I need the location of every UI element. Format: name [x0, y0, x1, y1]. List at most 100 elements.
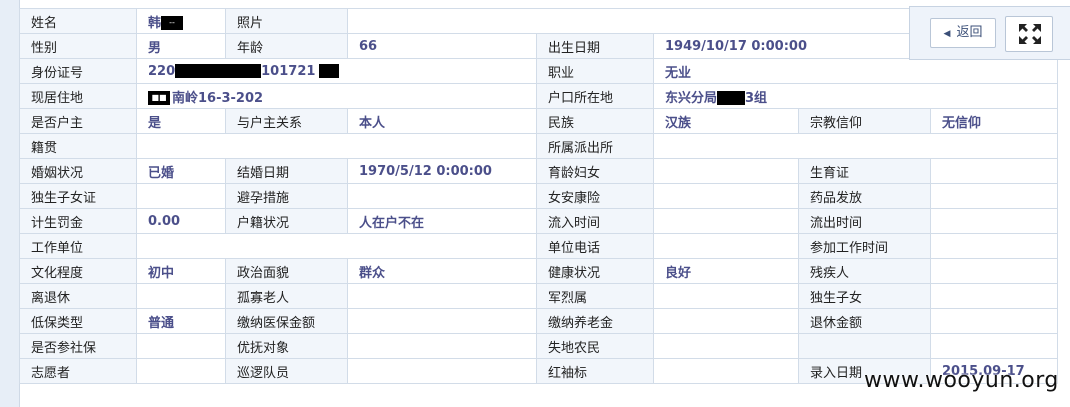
head-label: 是否户主 [19, 108, 137, 134]
pension-value [653, 308, 799, 334]
lonely-value [347, 283, 537, 309]
education-label: 文化程度 [19, 258, 137, 284]
table-row: 低保类型 普通 缴纳医保金额 缴纳养老金 退休金额 [19, 308, 1058, 334]
unit-phone-value [653, 233, 799, 259]
back-button[interactable]: ◀ 返回 [930, 18, 996, 48]
women-insurance-value [653, 183, 799, 209]
name-value: 韩 -- [136, 8, 226, 34]
empty-value [930, 333, 1058, 359]
medicine-label: 药品发放 [798, 183, 931, 209]
med-insurance-value [347, 308, 537, 334]
table-row: 现居住地 ■■ 南岭16-3-202 户口所在地 东兴分局 3组 [19, 83, 1058, 109]
age-value: 66 [347, 33, 537, 59]
empty-label [798, 333, 931, 359]
resident-info-page: 姓名 韩 -- 照片 性别 男 年龄 66 出生日期 1949/10/17 0:0… [0, 0, 1070, 407]
workunit-value [136, 233, 537, 259]
volunteer-label: 志愿者 [19, 358, 137, 384]
address-label: 现居住地 [19, 83, 137, 109]
retire-pay-value [930, 308, 1058, 334]
relation-value: 本人 [347, 108, 537, 134]
work-time-value [930, 233, 1058, 259]
redaction-block [717, 91, 746, 105]
onlychild-cert-value [136, 183, 226, 209]
birthcert-value [930, 158, 1058, 184]
women-insurance-label: 女安康险 [536, 183, 654, 209]
disabled-value [930, 258, 1058, 284]
dibao-value: 普通 [136, 308, 226, 334]
workunit-label: 工作单位 [19, 233, 137, 259]
address-value: ■■ 南岭16-3-202 [136, 83, 537, 109]
toolbar: ◀ 返回 [909, 6, 1070, 60]
health-value: 良好 [653, 258, 799, 284]
fine-value: 0.00 [136, 208, 226, 234]
religion-label: 宗教信仰 [798, 108, 931, 134]
political-label: 政治面貌 [225, 258, 348, 284]
redaction-block: -- [161, 16, 184, 30]
education-value: 初中 [136, 258, 226, 284]
hj-status-value: 人在户不在 [347, 208, 537, 234]
lonely-label: 孤寡老人 [225, 283, 348, 309]
table-row: 工作单位 单位电话 参加工作时间 [19, 233, 1058, 259]
relation-label: 与户主关系 [225, 108, 348, 134]
table-row: 性别 男 年龄 66 出生日期 1949/10/17 0:00:00 [19, 33, 1058, 59]
name-label: 姓名 [19, 8, 137, 34]
martyr-label: 军烈属 [536, 283, 654, 309]
medicine-value [930, 183, 1058, 209]
inflow-label: 流入时间 [536, 208, 654, 234]
dibao-label: 低保类型 [19, 308, 137, 334]
native-label: 籍贯 [19, 133, 137, 159]
onlychild-value [930, 283, 1058, 309]
triangle-left-icon: ◀ [943, 29, 951, 39]
job-value: 无业 [653, 58, 1058, 84]
ethnic-label: 民族 [536, 108, 654, 134]
hukou-label: 户口所在地 [536, 83, 654, 109]
landless-label: 失地农民 [536, 333, 654, 359]
fine-label: 计生罚金 [19, 208, 137, 234]
wedding-value: 1970/5/12 0:00:00 [347, 158, 537, 184]
retired-value [136, 283, 226, 309]
hj-status-label: 户籍状况 [225, 208, 348, 234]
job-label: 职业 [536, 58, 654, 84]
patrol-label: 巡逻队员 [225, 358, 348, 384]
contraception-label: 避孕措施 [225, 183, 348, 209]
unit-phone-label: 单位电话 [536, 233, 654, 259]
marital-label: 婚姻状况 [19, 158, 137, 184]
age-label: 年龄 [225, 33, 348, 59]
social-security-value [136, 333, 226, 359]
inflow-value [653, 208, 799, 234]
preferential-value [347, 333, 537, 359]
table-row: 婚姻状况 已婚 结婚日期 1970/5/12 0:00:00 育龄妇女 生育证 [19, 158, 1058, 184]
redaction-block [319, 64, 340, 78]
redaction-block: ■■ [148, 91, 170, 105]
gender-value: 男 [136, 33, 226, 59]
work-time-label: 参加工作时间 [798, 233, 931, 259]
photo-label: 照片 [225, 8, 348, 34]
disabled-label: 残疾人 [798, 258, 931, 284]
table-row: 是否户主 是 与户主关系 本人 民族 汉族 宗教信仰 无信仰 [19, 108, 1058, 134]
table-row: 独生子女证 避孕措施 女安康险 药品发放 [19, 183, 1058, 209]
table-row: 离退休 孤寡老人 军烈属 独生子女 [19, 283, 1058, 309]
pension-label: 缴纳养老金 [536, 308, 654, 334]
native-value [136, 133, 537, 159]
watermark: www.wooyun.org [864, 368, 1059, 393]
table-row: 计生罚金 0.00 户籍状况 人在户不在 流入时间 流出时间 [19, 208, 1058, 234]
outflow-label: 流出时间 [798, 208, 931, 234]
table-row: 籍贯 所属派出所 [19, 133, 1058, 159]
id-label: 身份证号 [19, 58, 137, 84]
resident-info-table: 姓名 韩 -- 照片 性别 男 年龄 66 出生日期 1949/10/17 0:0… [19, 8, 1058, 384]
preferential-label: 优抚对象 [225, 333, 348, 359]
med-insurance-label: 缴纳医保金额 [225, 308, 348, 334]
landless-value [653, 333, 799, 359]
wedding-label: 结婚日期 [225, 158, 348, 184]
police-label: 所属派出所 [536, 133, 654, 159]
head-value: 是 [136, 108, 226, 134]
retire-pay-label: 退休金额 [798, 308, 931, 334]
redband-label: 红袖标 [536, 358, 654, 384]
religion-value: 无信仰 [930, 108, 1058, 134]
volunteer-value [136, 358, 226, 384]
birth-label: 出生日期 [536, 33, 654, 59]
fullscreen-button[interactable] [1005, 16, 1053, 52]
fullscreen-icon [1019, 24, 1041, 44]
childbearing-label: 育龄妇女 [536, 158, 654, 184]
outflow-value [930, 208, 1058, 234]
